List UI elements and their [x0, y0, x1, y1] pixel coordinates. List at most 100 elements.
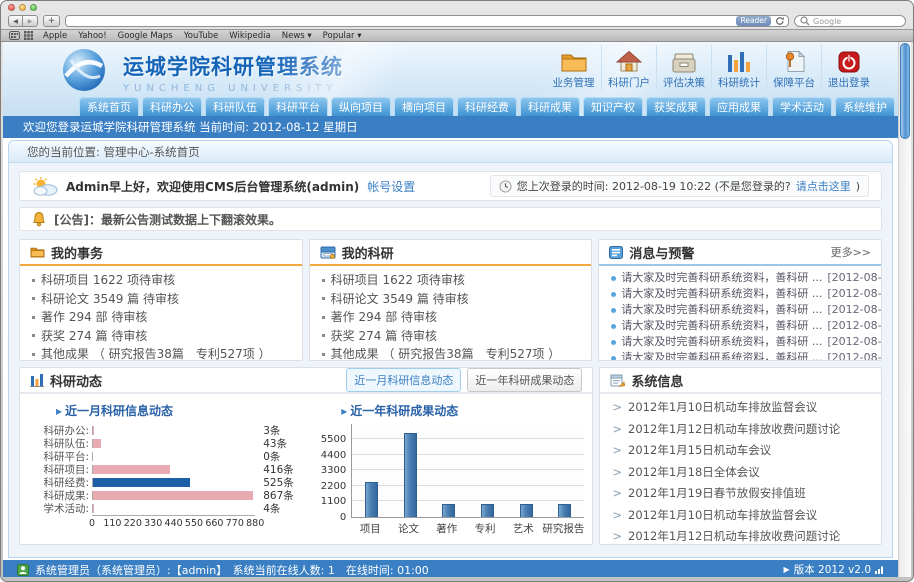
panel-my-research: 我的科研 科研项目 1622 项待审核科研论文 3549 篇 待审核著作 294… — [309, 239, 593, 361]
nav-tab[interactable]: 横向项目 — [394, 97, 454, 116]
zoom-window-button[interactable] — [30, 4, 37, 11]
home-icon — [616, 47, 642, 73]
bullet-icon — [611, 324, 616, 329]
message-item[interactable]: 请大家及时完善科研系统资料，善科研 ...[2012-08-12] — [611, 302, 869, 318]
research-item[interactable]: 科研论文 3549 篇 待审核 — [322, 290, 580, 309]
site-logo-icon — [61, 47, 107, 93]
more-link[interactable]: 更多>> — [831, 244, 871, 260]
hbar-track — [92, 439, 255, 448]
browser-search-field[interactable]: Google — [794, 15, 906, 27]
reader-button[interactable]: Reader — [736, 16, 771, 26]
nav-tab[interactable]: 科研经费 — [457, 97, 517, 116]
hbar-value-label: 4条 — [255, 501, 299, 516]
new-tab-button[interactable]: + — [43, 15, 60, 27]
nav-tab[interactable]: 学术活动 — [772, 97, 832, 116]
bookmark-list: Apple Yahoo! Google Maps YouTube Wikipedia Ne… — [43, 31, 362, 41]
forward-button[interactable]: ▶ — [23, 15, 38, 27]
research-item[interactable]: 获奖 274 篇 待审核 — [322, 327, 580, 346]
mini-bar-chart-icon — [30, 373, 44, 387]
hbar-tick-label: 330 — [144, 518, 162, 529]
last-login-box: 您上次登录的时间: 2012-08-19 10:22 (不是您登录的? 请点击这… — [490, 175, 869, 197]
bookmark-item[interactable]: Apple — [43, 31, 67, 41]
nav-tab[interactable]: 知识产权 — [583, 97, 643, 116]
quick-menu-evaluation[interactable]: 评估决策 — [656, 45, 711, 90]
not-you-link[interactable]: 请点击这里 — [796, 178, 851, 194]
task-item[interactable]: 获奖 274 篇 待审核 — [32, 327, 290, 346]
nav-tab[interactable]: 科研队伍 — [205, 97, 265, 116]
message-item[interactable]: 请大家及时完善科研系统资料，善科研 ...[2012-08-12] — [611, 270, 869, 286]
panel-title: 我的事务 — [51, 243, 103, 262]
vbar-bar — [365, 482, 378, 517]
clock-icon — [499, 180, 512, 193]
quick-menu-support[interactable]: 保障平台 — [766, 45, 821, 90]
hbar-track — [92, 426, 255, 435]
nav-tab[interactable]: 科研办公 — [142, 97, 202, 116]
last-login-text: 您上次登录的时间: 2012-08-19 10:22 (不是您登录的? — [517, 178, 791, 194]
reload-icon[interactable] — [775, 16, 785, 26]
nav-tab[interactable]: 科研成果 — [520, 97, 580, 116]
quick-menu-statistics[interactable]: 科研统计 — [711, 45, 766, 90]
message-item[interactable]: 请大家及时完善科研系统资料，善科研 ...[2012-08-12] — [611, 286, 869, 302]
folder-small-icon — [30, 246, 45, 258]
quick-menu-business[interactable]: 业务管理 — [546, 45, 601, 90]
task-item[interactable]: 科研项目 1622 项待审核 — [32, 271, 290, 290]
bullet-icon — [32, 353, 35, 356]
nav-tab[interactable]: 科研平台 — [268, 97, 328, 116]
nav-tab[interactable]: 纵向项目 — [331, 97, 391, 116]
back-button[interactable]: ◀ — [8, 15, 23, 27]
chevron-right-icon: > — [612, 486, 622, 500]
hbar-track — [92, 465, 255, 474]
monthly-info-button[interactable]: 近一月科研信息动态 — [346, 368, 461, 392]
task-item[interactable]: 著作 294 部 待审核 — [32, 308, 290, 327]
sysinfo-item[interactable]: >2012年1月10日机动车排放监督会议 — [612, 397, 869, 419]
bookmark-item[interactable]: YouTube — [184, 31, 219, 41]
panel-research-dynamics: 科研动态 近一月科研信息动态 近一年科研成果动态 ▸近一月科研信息动态 科研办公… — [19, 367, 593, 545]
vbar-bar — [404, 433, 417, 517]
nav-tab[interactable]: 获奖成果 — [646, 97, 706, 116]
scrollbar[interactable] — [898, 42, 911, 577]
search-placeholder: Google — [813, 17, 841, 26]
sysinfo-item[interactable]: >2012年1月10日机动车排放监督会议 — [612, 505, 869, 527]
bookmarks-grid-icon[interactable] — [24, 31, 33, 40]
bullet-icon — [32, 334, 35, 337]
message-item[interactable]: 请大家及时完善科研系统资料，善科研 ...[2012-08-12] — [611, 334, 869, 350]
scrollbar-thumb[interactable] — [900, 43, 910, 139]
task-item[interactable]: 科研论文 3549 篇 待审核 — [32, 290, 290, 309]
weather-icon — [32, 177, 58, 196]
bookmark-item[interactable]: Yahoo! — [78, 31, 106, 41]
bullet-icon — [322, 353, 325, 356]
chevron-right-icon: > — [612, 400, 622, 414]
message-item[interactable]: 请大家及时完善科研系统资料，善科研 ...[2012-08-12] — [611, 350, 869, 361]
quick-menu-portal[interactable]: 科研门户 — [601, 45, 656, 90]
research-item[interactable]: 著作 294 部 待审核 — [322, 308, 580, 327]
sysinfo-item[interactable]: >2012年1月18日全体会议 — [612, 462, 869, 484]
bullet-icon — [322, 334, 325, 337]
yearly-results-button[interactable]: 近一年科研成果动态 — [467, 368, 582, 392]
arrow-icon: ▸ — [56, 404, 62, 418]
sysinfo-item[interactable]: >2012年1月12日机动车排放收费问题讨论 — [612, 526, 869, 545]
sysinfo-item[interactable]: >2012年1月12日机动车排放收费问题讨论 — [612, 419, 869, 441]
browser-window: ◀ ▶ + Reader Google AppleYaho — [0, 0, 914, 582]
sysinfo-item[interactable]: >2012年1月15日机动车会议 — [612, 440, 869, 462]
quick-menu-logout[interactable]: 退出登录 — [821, 45, 876, 90]
message-item[interactable]: 请大家及时完善科研系统资料，善科研 ...[2012-08-12] — [611, 318, 869, 334]
hbar-track — [92, 504, 255, 513]
chevron-right-icon: > — [612, 529, 622, 543]
breadcrumb: 您的当前位置: 管理中心-系统首页 — [9, 141, 892, 163]
research-item[interactable]: 科研项目 1622 项待审核 — [322, 271, 580, 290]
nav-tab[interactable]: 应用成果 — [709, 97, 769, 116]
minimize-window-button[interactable] — [19, 4, 26, 11]
top-sites-icon[interactable] — [9, 31, 20, 40]
bookmark-item[interactable]: Google Maps — [118, 31, 173, 41]
sysinfo-item[interactable]: >2012年1月19日春节放假安排值班 — [612, 483, 869, 505]
research-item[interactable]: 其他成果 （ 研究报告38篇 专利527项 ） — [322, 345, 580, 361]
nav-tab[interactable]: 系统首页 — [79, 97, 139, 116]
account-settings-link[interactable]: 帐号设置 — [367, 178, 415, 195]
bookmark-item[interactable]: News ▾ — [282, 31, 312, 41]
bookmark-item[interactable]: Popular ▾ — [323, 31, 362, 41]
nav-tab[interactable]: 系统维护 — [835, 97, 895, 116]
close-window-button[interactable] — [8, 4, 15, 11]
address-bar[interactable]: Reader — [65, 15, 789, 27]
bookmark-item[interactable]: Wikipedia — [229, 31, 270, 41]
task-item[interactable]: 其他成果 （ 研究报告38篇 专利527项 ） — [32, 345, 290, 361]
